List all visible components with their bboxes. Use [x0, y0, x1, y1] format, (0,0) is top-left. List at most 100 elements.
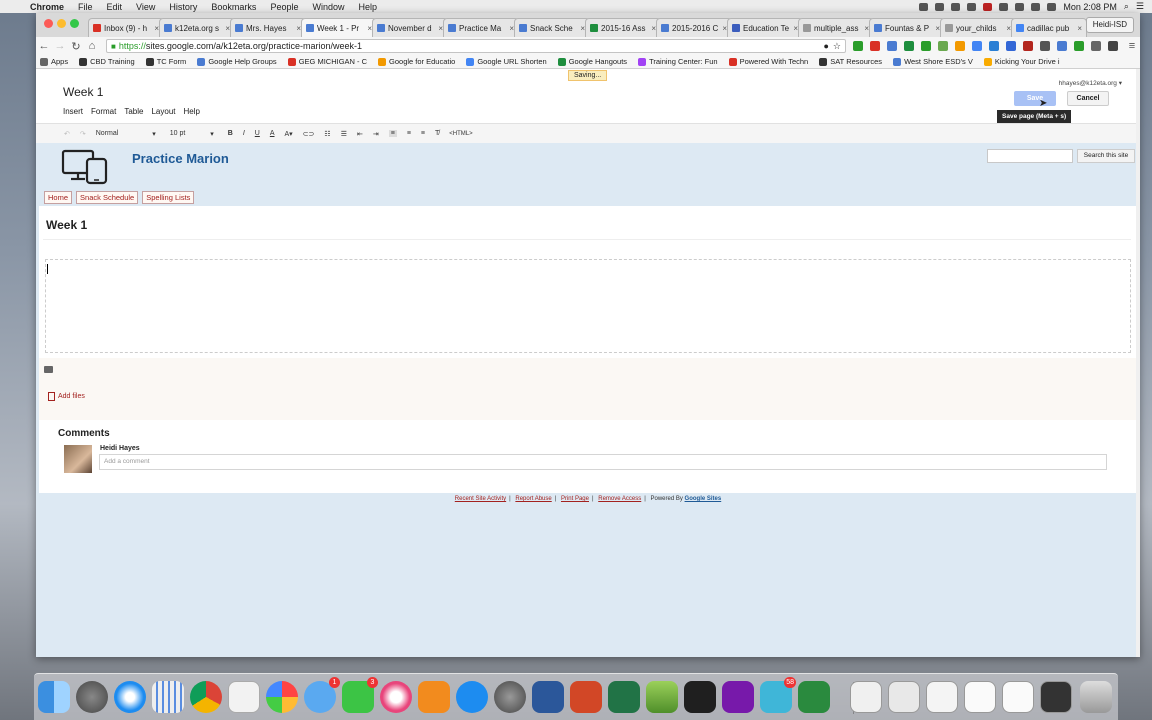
menu-format[interactable]: Format	[91, 107, 116, 116]
bookmark-item[interactable]: Google Hangouts	[557, 57, 627, 66]
star-icon[interactable]: ☆	[833, 41, 841, 52]
browser-tab[interactable]: November d ×	[372, 18, 448, 37]
bulleted-list-icon[interactable]: ☰	[341, 130, 347, 138]
extension-docs-icon[interactable]	[887, 41, 897, 51]
font-size-select[interactable]: 10 pt ▾	[170, 130, 214, 138]
browser-tab[interactable]: 2015-16 Ass ×	[585, 18, 661, 37]
menu-window[interactable]: Window	[312, 2, 344, 12]
notification-center-icon[interactable]: ☰	[1136, 1, 1144, 12]
page-heading[interactable]: Week 1	[43, 218, 1131, 240]
extension-stack-icon[interactable]	[1040, 41, 1050, 51]
zoom-window-icon[interactable]	[70, 19, 79, 28]
excel-icon[interactable]	[608, 681, 640, 713]
browser-tab[interactable]: 2015-2016 C ×	[656, 18, 732, 37]
dropbox-icon[interactable]	[967, 2, 977, 11]
address-bar[interactable]: ■ https:// sites.google.com/a/k12eta.org…	[106, 39, 846, 53]
menu-history[interactable]: History	[169, 2, 197, 12]
site-search-input[interactable]	[987, 149, 1073, 163]
back-icon[interactable]: ←	[36, 40, 52, 52]
safari-icon[interactable]	[114, 681, 146, 713]
extension-evernote-icon[interactable]	[921, 41, 931, 51]
site-title[interactable]: Practice Marion	[132, 151, 229, 166]
app-grid-icon[interactable]	[152, 681, 184, 713]
home-icon[interactable]: ⌂	[84, 40, 100, 52]
add-comment-input[interactable]: Add a comment	[99, 454, 1107, 470]
close-tab-icon[interactable]: ×	[1077, 24, 1082, 33]
numbered-list-icon[interactable]: ☷	[324, 130, 330, 138]
launchpad-icon[interactable]	[76, 681, 108, 713]
browser-tab[interactable]: multiple_ass ×	[798, 18, 874, 37]
align-left-icon[interactable]: ≡	[388, 130, 397, 137]
spotlight-icon[interactable]: ⌕	[1124, 1, 1129, 12]
text-color-icon[interactable]: A	[270, 130, 275, 137]
browser-tab[interactable]: Education Te ×	[727, 18, 803, 37]
align-center-icon[interactable]: ≡	[407, 130, 411, 137]
bookmark-item[interactable]: Google URL Shorten	[466, 57, 547, 66]
forward-icon[interactable]: →	[52, 40, 68, 52]
page-scrollbar[interactable]	[1136, 69, 1140, 657]
search-site-button[interactable]: Search this site	[1077, 149, 1135, 163]
reload-icon[interactable]: ↻	[68, 40, 84, 53]
extension-sheets-icon[interactable]	[904, 41, 914, 51]
devices-logo-icon[interactable]	[61, 149, 109, 185]
extension-tools-icon[interactable]	[955, 41, 965, 51]
bookmark-item[interactable]: TC Form	[145, 57, 186, 66]
itunes-icon[interactable]	[380, 681, 412, 713]
chrome-menu-icon[interactable]: ≡	[1124, 40, 1140, 52]
files-stack-icon[interactable]	[926, 681, 958, 713]
word-icon[interactable]	[532, 681, 564, 713]
camtasia-icon[interactable]	[798, 681, 830, 713]
menu-bookmarks[interactable]: Bookmarks	[211, 2, 256, 12]
ibooks-icon[interactable]	[418, 681, 450, 713]
wifi-icon[interactable]	[1015, 2, 1025, 11]
lock-icon[interactable]: ■	[111, 42, 116, 51]
battery-icon[interactable]	[1047, 2, 1057, 11]
bookmark-item[interactable]: SAT Resources	[819, 57, 882, 66]
window-thumbnail-icon[interactable]	[1040, 681, 1072, 713]
add-files-link[interactable]: Add files	[48, 392, 85, 401]
highlight-color-icon[interactable]: A▾	[285, 130, 293, 138]
menu-layout[interactable]: Layout	[151, 107, 175, 116]
bookmark-item[interactable]: Training Center: Fun	[638, 57, 718, 66]
drive-status-icon[interactable]	[935, 2, 945, 11]
bookmark-item[interactable]: Powered With Techn	[728, 57, 808, 66]
bookmark-item[interactable]: Google Help Groups	[197, 57, 277, 66]
app-store-icon[interactable]	[456, 681, 488, 713]
html-button[interactable]: <HTML>	[449, 131, 472, 137]
bookmark-item[interactable]: Apps	[40, 57, 68, 66]
report-abuse-link[interactable]: Report Abuse	[515, 496, 551, 502]
browser-tab[interactable]: Fountas & P ×	[869, 18, 945, 37]
chrome-icon[interactable]	[190, 681, 222, 713]
underline-icon[interactable]: U	[255, 130, 260, 137]
menu-insert[interactable]: Insert	[63, 107, 83, 116]
extension-screencast-icon[interactable]	[1006, 41, 1016, 51]
sync-icon[interactable]	[951, 2, 961, 11]
save-button[interactable]: Save	[1014, 91, 1056, 106]
nav-snack-schedule[interactable]: Snack Schedule	[76, 191, 139, 204]
menu-app-name[interactable]: Chrome	[30, 2, 64, 12]
messages-icon[interactable]: 1	[304, 677, 340, 713]
menu-view[interactable]: View	[136, 2, 155, 12]
close-window-icon[interactable]	[44, 19, 53, 28]
nav-spelling-lists[interactable]: Spelling Lists	[142, 191, 195, 204]
extension-box-icon[interactable]	[1108, 41, 1118, 51]
menu-people[interactable]: People	[270, 2, 298, 12]
browser-tab[interactable]: Inbox (9) - h ×	[88, 18, 164, 37]
remove-access-link[interactable]: Remove Access	[598, 496, 641, 502]
trash-icon[interactable]	[1080, 681, 1112, 713]
profile-button[interactable]: Heidi-ISD	[1085, 17, 1134, 33]
bookmark-item[interactable]: Kicking Your Drive i	[983, 57, 1060, 66]
user-account[interactable]: hhayes@k12eta.org ▾	[1059, 79, 1122, 87]
link-icon[interactable]: ⊂⊃	[303, 130, 315, 138]
browser-tab[interactable]: Practice Ma ×	[443, 18, 519, 37]
browser-tab[interactable]: k12eta.org s ×	[159, 18, 235, 37]
menubar-clock[interactable]: Mon 2:08 PM	[1063, 2, 1117, 12]
redo-icon[interactable]: ↷	[80, 130, 86, 138]
undo-icon[interactable]: ↶	[64, 130, 70, 138]
menu-edit[interactable]: Edit	[107, 2, 123, 12]
document-thumbnail-icon[interactable]	[1002, 681, 1034, 713]
screen-sharing-icon[interactable]: 58	[760, 677, 796, 713]
google-sites-link[interactable]: Google Sites	[685, 496, 722, 502]
finder-icon[interactable]	[38, 681, 70, 713]
menu-table[interactable]: Table	[124, 107, 143, 116]
